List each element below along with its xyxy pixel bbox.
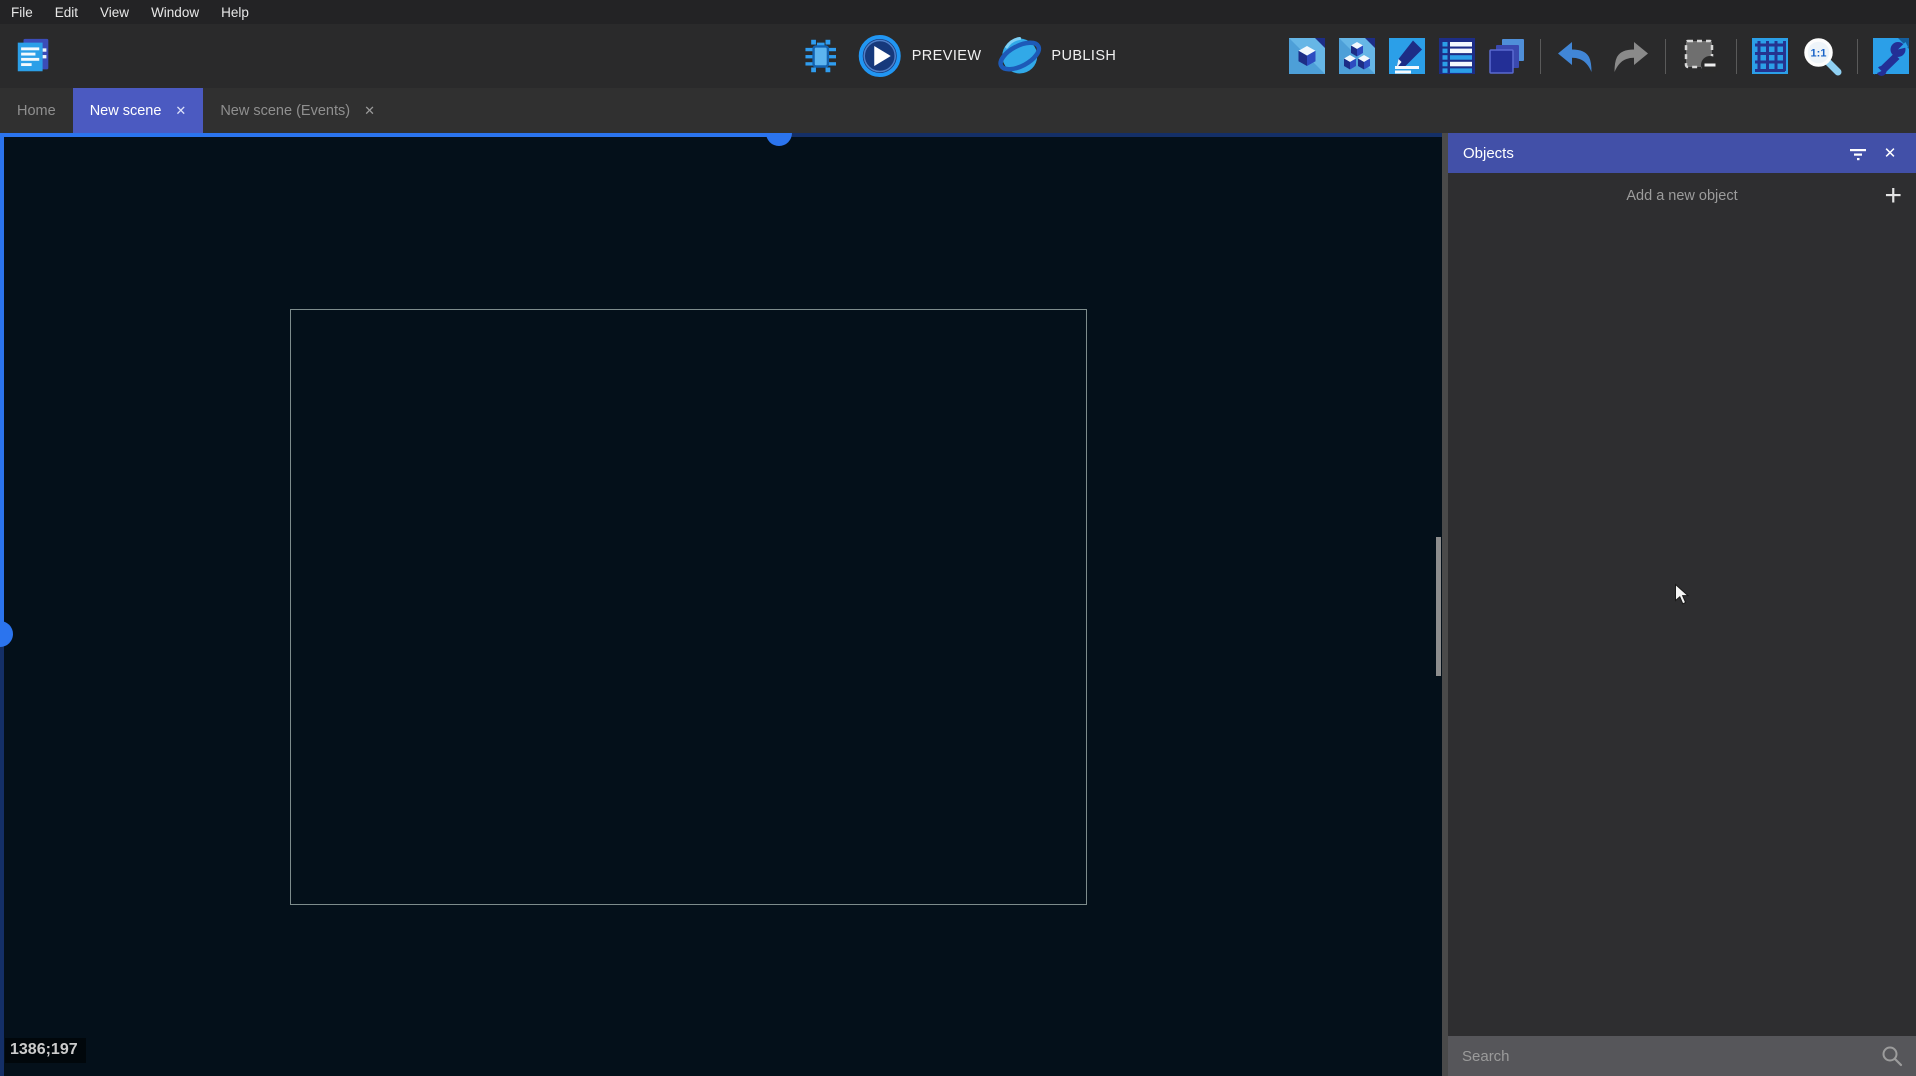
menu-edit[interactable]: Edit	[44, 0, 89, 24]
publish-globe-icon	[996, 33, 1042, 79]
instances-list-icon[interactable]	[1437, 36, 1477, 76]
tab-new-scene-label: New scene	[90, 103, 162, 119]
undo-icon[interactable]	[1554, 34, 1598, 78]
mouse-cursor	[1674, 583, 1689, 606]
tab-home[interactable]: Home	[0, 88, 73, 133]
toolbar-separator	[1665, 39, 1666, 74]
objects-search-bar	[1448, 1036, 1916, 1076]
menu-file[interactable]: File	[0, 0, 44, 24]
objects-editor-icon[interactable]	[1287, 36, 1327, 76]
menu-bar: File Edit View Window Help	[0, 0, 1916, 24]
toolbar-separator	[1857, 39, 1858, 74]
toolbar-separator	[1540, 39, 1541, 74]
toolbar-separator	[1736, 39, 1737, 74]
properties-icon[interactable]	[1387, 36, 1427, 76]
canvas-scrollbar-vertical-track[interactable]	[0, 634, 4, 1076]
tab-new-scene-events[interactable]: New scene (Events) ✕	[203, 88, 392, 133]
editor-tab-bar: Home New scene ✕ New scene (Events) ✕	[0, 88, 1916, 133]
tab-close-icon[interactable]: ✕	[175, 104, 186, 117]
object-groups-icon[interactable]	[1337, 36, 1377, 76]
search-icon	[1880, 1044, 1904, 1068]
add-new-object-label: Add a new object	[1448, 188, 1916, 204]
preview-button[interactable]: PREVIEW	[857, 33, 982, 79]
zoom-one-to-one-icon[interactable]: 1:1	[1800, 34, 1844, 78]
canvas-scrollbar-horizontal[interactable]	[0, 133, 779, 137]
tab-new-scene-events-label: New scene (Events)	[220, 103, 350, 119]
tab-home-label: Home	[17, 103, 56, 119]
cursor-coordinates: 1386;197	[5, 1038, 86, 1063]
main-toolbar: PREVIEW PUBLISH	[0, 24, 1916, 88]
grid-icon[interactable]	[1750, 36, 1790, 76]
preview-play-icon	[857, 33, 903, 79]
objects-panel-header: Objects ✕	[1448, 133, 1916, 173]
canvas-scrollbar-horizontal-thumb[interactable]	[766, 133, 792, 146]
preview-label: PREVIEW	[912, 48, 982, 64]
scene-canvas[interactable]: 1386;197	[0, 133, 1442, 1076]
tab-close-icon[interactable]: ✕	[364, 104, 375, 117]
menu-window[interactable]: Window	[140, 0, 210, 24]
scene-settings-icon[interactable]	[1871, 36, 1911, 76]
scene-window-frame	[290, 309, 1087, 905]
filter-icon[interactable]	[1842, 137, 1874, 169]
publish-button[interactable]: PUBLISH	[996, 33, 1116, 79]
canvas-scrollbar-horizontal-track[interactable]	[779, 133, 1442, 137]
objects-panel: Objects ✕ Add a new object +	[1448, 133, 1916, 1076]
search-input[interactable]	[1462, 1048, 1880, 1065]
debug-icon[interactable]	[800, 35, 842, 77]
publish-label: PUBLISH	[1051, 48, 1116, 64]
tab-new-scene[interactable]: New scene ✕	[73, 88, 204, 133]
close-panel-icon[interactable]: ✕	[1874, 137, 1906, 169]
gdevelop-window: File Edit View Window Help	[0, 0, 1916, 1076]
add-object-plus-icon[interactable]: +	[1884, 181, 1902, 211]
canvas-right-scrollbar-thumb[interactable]	[1436, 537, 1441, 676]
zoom-level-label: 1:1	[1811, 48, 1827, 60]
layers-icon[interactable]	[1487, 36, 1527, 76]
redo-icon[interactable]	[1608, 34, 1652, 78]
canvas-scrollbar-vertical[interactable]	[0, 133, 4, 634]
canvas-scrollbar-vertical-thumb[interactable]	[0, 621, 13, 647]
add-new-object-row[interactable]: Add a new object +	[1448, 173, 1916, 219]
work-area: 1386;197 Objects ✕ Add a new object +	[0, 133, 1916, 1076]
menu-view[interactable]: View	[89, 0, 140, 24]
mask-delete-icon[interactable]	[1679, 34, 1723, 78]
project-manager-icon[interactable]	[13, 35, 55, 77]
menu-help[interactable]: Help	[210, 0, 260, 24]
objects-list-empty-area[interactable]	[1448, 219, 1916, 1036]
objects-panel-title: Objects	[1463, 145, 1842, 162]
